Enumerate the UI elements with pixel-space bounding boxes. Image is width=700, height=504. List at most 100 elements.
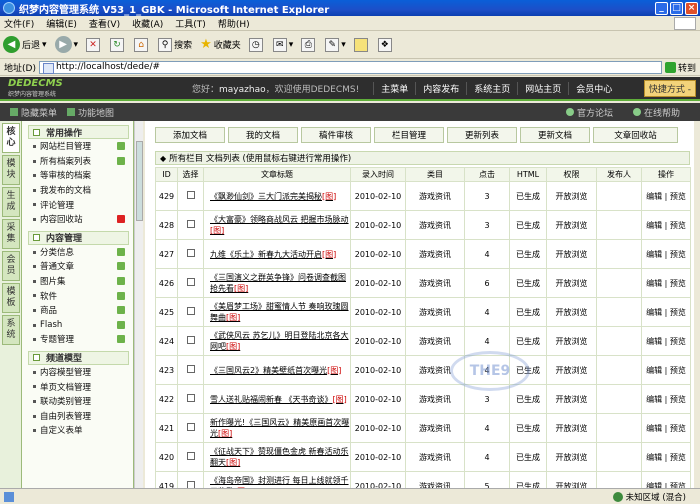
- add-icon[interactable]: [117, 156, 125, 165]
- mail-button[interactable]: ✉ ▾: [272, 37, 293, 52]
- row-title[interactable]: 《征战天下》赞现僵色金虎 新春活动乐翻天[图]: [203, 442, 351, 472]
- article-recycle-button[interactable]: 文章回收站: [593, 127, 678, 143]
- row-title-text[interactable]: 九维《乐土》新春九大活动开启: [210, 250, 322, 259]
- nav-system-home[interactable]: 系统主页: [466, 81, 517, 95]
- vtab-member[interactable]: 会员: [2, 251, 20, 281]
- address-input[interactable]: http://localhost/dede/#: [38, 60, 662, 74]
- row-checkbox[interactable]: [186, 335, 195, 344]
- row-operations[interactable]: 编辑 | 预览: [641, 297, 691, 327]
- vtab-collect[interactable]: 采集: [2, 219, 20, 249]
- row-operations[interactable]: 编辑 | 预览: [641, 181, 691, 211]
- column-manage-button[interactable]: 栏目管理: [374, 127, 444, 143]
- vtab-core[interactable]: 核心: [2, 123, 20, 153]
- row-operations[interactable]: 编辑 | 预览: [641, 268, 691, 298]
- row-title-text[interactable]: 《三国风云2》精美壁纸首次曝光: [210, 366, 327, 375]
- sidebar-group-title[interactable]: 频道模型: [28, 350, 129, 365]
- sidebar-item[interactable]: 所有档案列表: [28, 154, 129, 169]
- row-operations[interactable]: 编辑 | 预览: [641, 384, 691, 414]
- edit-button[interactable]: ✎ ▾: [325, 37, 346, 52]
- nav-main-menu[interactable]: 主菜单: [373, 81, 415, 95]
- row-category[interactable]: 游戏资讯: [405, 413, 465, 443]
- row-title[interactable]: 《海岛帝国》封测进行 每日上线就领千元奖励[图]: [203, 471, 351, 488]
- row-title-text[interactable]: 《大富豪》领略商战风云 把握市场脉动: [210, 215, 349, 224]
- sidebar-item[interactable]: 网站栏目管理: [28, 139, 129, 154]
- nav-publish[interactable]: 内容发布: [415, 81, 466, 95]
- row-operations[interactable]: 编辑 | 预览: [641, 210, 691, 240]
- sidebar-item[interactable]: Flash: [28, 318, 129, 333]
- row-category[interactable]: 游戏资讯: [405, 384, 465, 414]
- forward-button[interactable]: ▶ ▾: [54, 36, 78, 53]
- official-forum-link[interactable]: 官方论坛: [565, 106, 623, 119]
- row-operations[interactable]: 编辑 | 预览: [641, 471, 691, 488]
- function-map-link[interactable]: 功能地图: [67, 106, 114, 119]
- row-title[interactable]: 《飘渺仙剑》三大门派完美揭秘[图]: [203, 181, 351, 211]
- history-button[interactable]: ◷: [248, 37, 265, 52]
- quick-shortcut-dropdown[interactable]: 快捷方式 -: [643, 79, 696, 97]
- sidebar-item[interactable]: 单页文档管理: [28, 379, 129, 394]
- sidebar-item[interactable]: 评论管理: [28, 197, 129, 212]
- row-checkbox[interactable]: [186, 422, 195, 431]
- row-operations[interactable]: 编辑 | 预览: [641, 355, 691, 385]
- row-category[interactable]: 游戏资讯: [405, 268, 465, 298]
- row-operations[interactable]: 编辑 | 预览: [641, 442, 691, 472]
- sidebar-item[interactable]: 商品: [28, 303, 129, 318]
- row-title[interactable]: 《武侠风云 苏乞儿》明日登陆北京各大网吧[图]: [203, 326, 351, 356]
- add-icon[interactable]: [117, 247, 125, 256]
- sidebar-group-title[interactable]: 常用操作: [28, 125, 129, 139]
- add-icon[interactable]: [117, 262, 125, 271]
- menu-help[interactable]: 帮助(H): [218, 17, 250, 30]
- row-category[interactable]: 游戏资讯: [405, 239, 465, 269]
- online-help-link[interactable]: 在线帮助: [632, 106, 690, 119]
- row-checkbox[interactable]: [186, 248, 195, 257]
- sidebar-group-title[interactable]: 内容管理: [28, 230, 129, 245]
- add-document-button[interactable]: 添加文档: [155, 127, 225, 143]
- vtab-template[interactable]: 模板: [2, 283, 20, 313]
- sidebar-item[interactable]: 图片集: [28, 274, 129, 289]
- minimize-button[interactable]: _: [655, 1, 668, 15]
- row-operations[interactable]: 编辑 | 预览: [641, 239, 691, 269]
- add-icon[interactable]: [117, 142, 125, 151]
- messenger-button[interactable]: ❖: [377, 37, 394, 52]
- print-button[interactable]: ⎙: [301, 37, 317, 52]
- row-checkbox[interactable]: [186, 364, 195, 373]
- favorites-button[interactable]: ★ 收藏夹: [200, 37, 241, 52]
- add-icon[interactable]: [117, 291, 125, 300]
- sidebar-item[interactable]: 专题管理: [28, 332, 129, 347]
- row-checkbox[interactable]: [186, 190, 195, 199]
- sidebar-item[interactable]: 等审核的档案: [28, 168, 129, 183]
- sidebar-item[interactable]: 内容回收站: [28, 212, 129, 227]
- row-title-text[interactable]: 《海岛帝国》封测进行 每日上线就领千元奖励: [210, 476, 349, 488]
- discuss-button[interactable]: [353, 37, 370, 52]
- menu-file[interactable]: 文件(F): [4, 17, 34, 30]
- update-list-button[interactable]: 更新列表: [447, 127, 517, 143]
- add-icon[interactable]: [117, 277, 125, 286]
- refresh-button[interactable]: ↻: [110, 37, 126, 52]
- menu-favorites[interactable]: 收藏(A): [132, 17, 163, 30]
- row-checkbox[interactable]: [186, 306, 195, 315]
- menu-edit[interactable]: 编辑(E): [46, 17, 77, 30]
- my-documents-button[interactable]: 我的文档: [228, 127, 298, 143]
- add-icon[interactable]: [117, 320, 125, 329]
- menu-view[interactable]: 查看(V): [89, 17, 120, 30]
- row-title[interactable]: 雪人送礼贴福闹新春 《天书奇谈》[图]: [203, 384, 351, 414]
- maximize-button[interactable]: □: [670, 1, 683, 15]
- sidebar-item[interactable]: 内容模型管理: [28, 365, 129, 380]
- sidebar-item[interactable]: 普通文章: [28, 259, 129, 274]
- row-title-text[interactable]: 《飘渺仙剑》三大门派完美揭秘: [210, 192, 322, 201]
- review-button[interactable]: 稿件审核: [301, 127, 371, 143]
- row-operations[interactable]: 编辑 | 预览: [641, 326, 691, 356]
- add-icon[interactable]: [117, 306, 125, 315]
- update-documents-button[interactable]: 更新文档: [520, 127, 590, 143]
- sidebar-item[interactable]: 分类信息: [28, 245, 129, 260]
- row-title[interactable]: 《大富豪》领略商战风云 把握市场脉动 [图]: [203, 210, 351, 240]
- vtab-module[interactable]: 模块: [2, 155, 20, 185]
- row-title[interactable]: 《三国演义之群英争锋》问卷调查截图抢先看[图]: [203, 268, 351, 298]
- row-title[interactable]: 九维《乐土》新春九大活动开启[图]: [203, 239, 351, 269]
- close-button[interactable]: ×: [685, 1, 698, 15]
- sidebar-scrollbar[interactable]: [134, 121, 143, 488]
- sidebar-item[interactable]: 自定义表单: [28, 423, 129, 438]
- row-category[interactable]: 游戏资讯: [405, 471, 465, 488]
- go-button[interactable]: 转到: [664, 61, 696, 74]
- scrollbar-thumb[interactable]: [136, 141, 143, 221]
- row-checkbox[interactable]: [186, 451, 195, 460]
